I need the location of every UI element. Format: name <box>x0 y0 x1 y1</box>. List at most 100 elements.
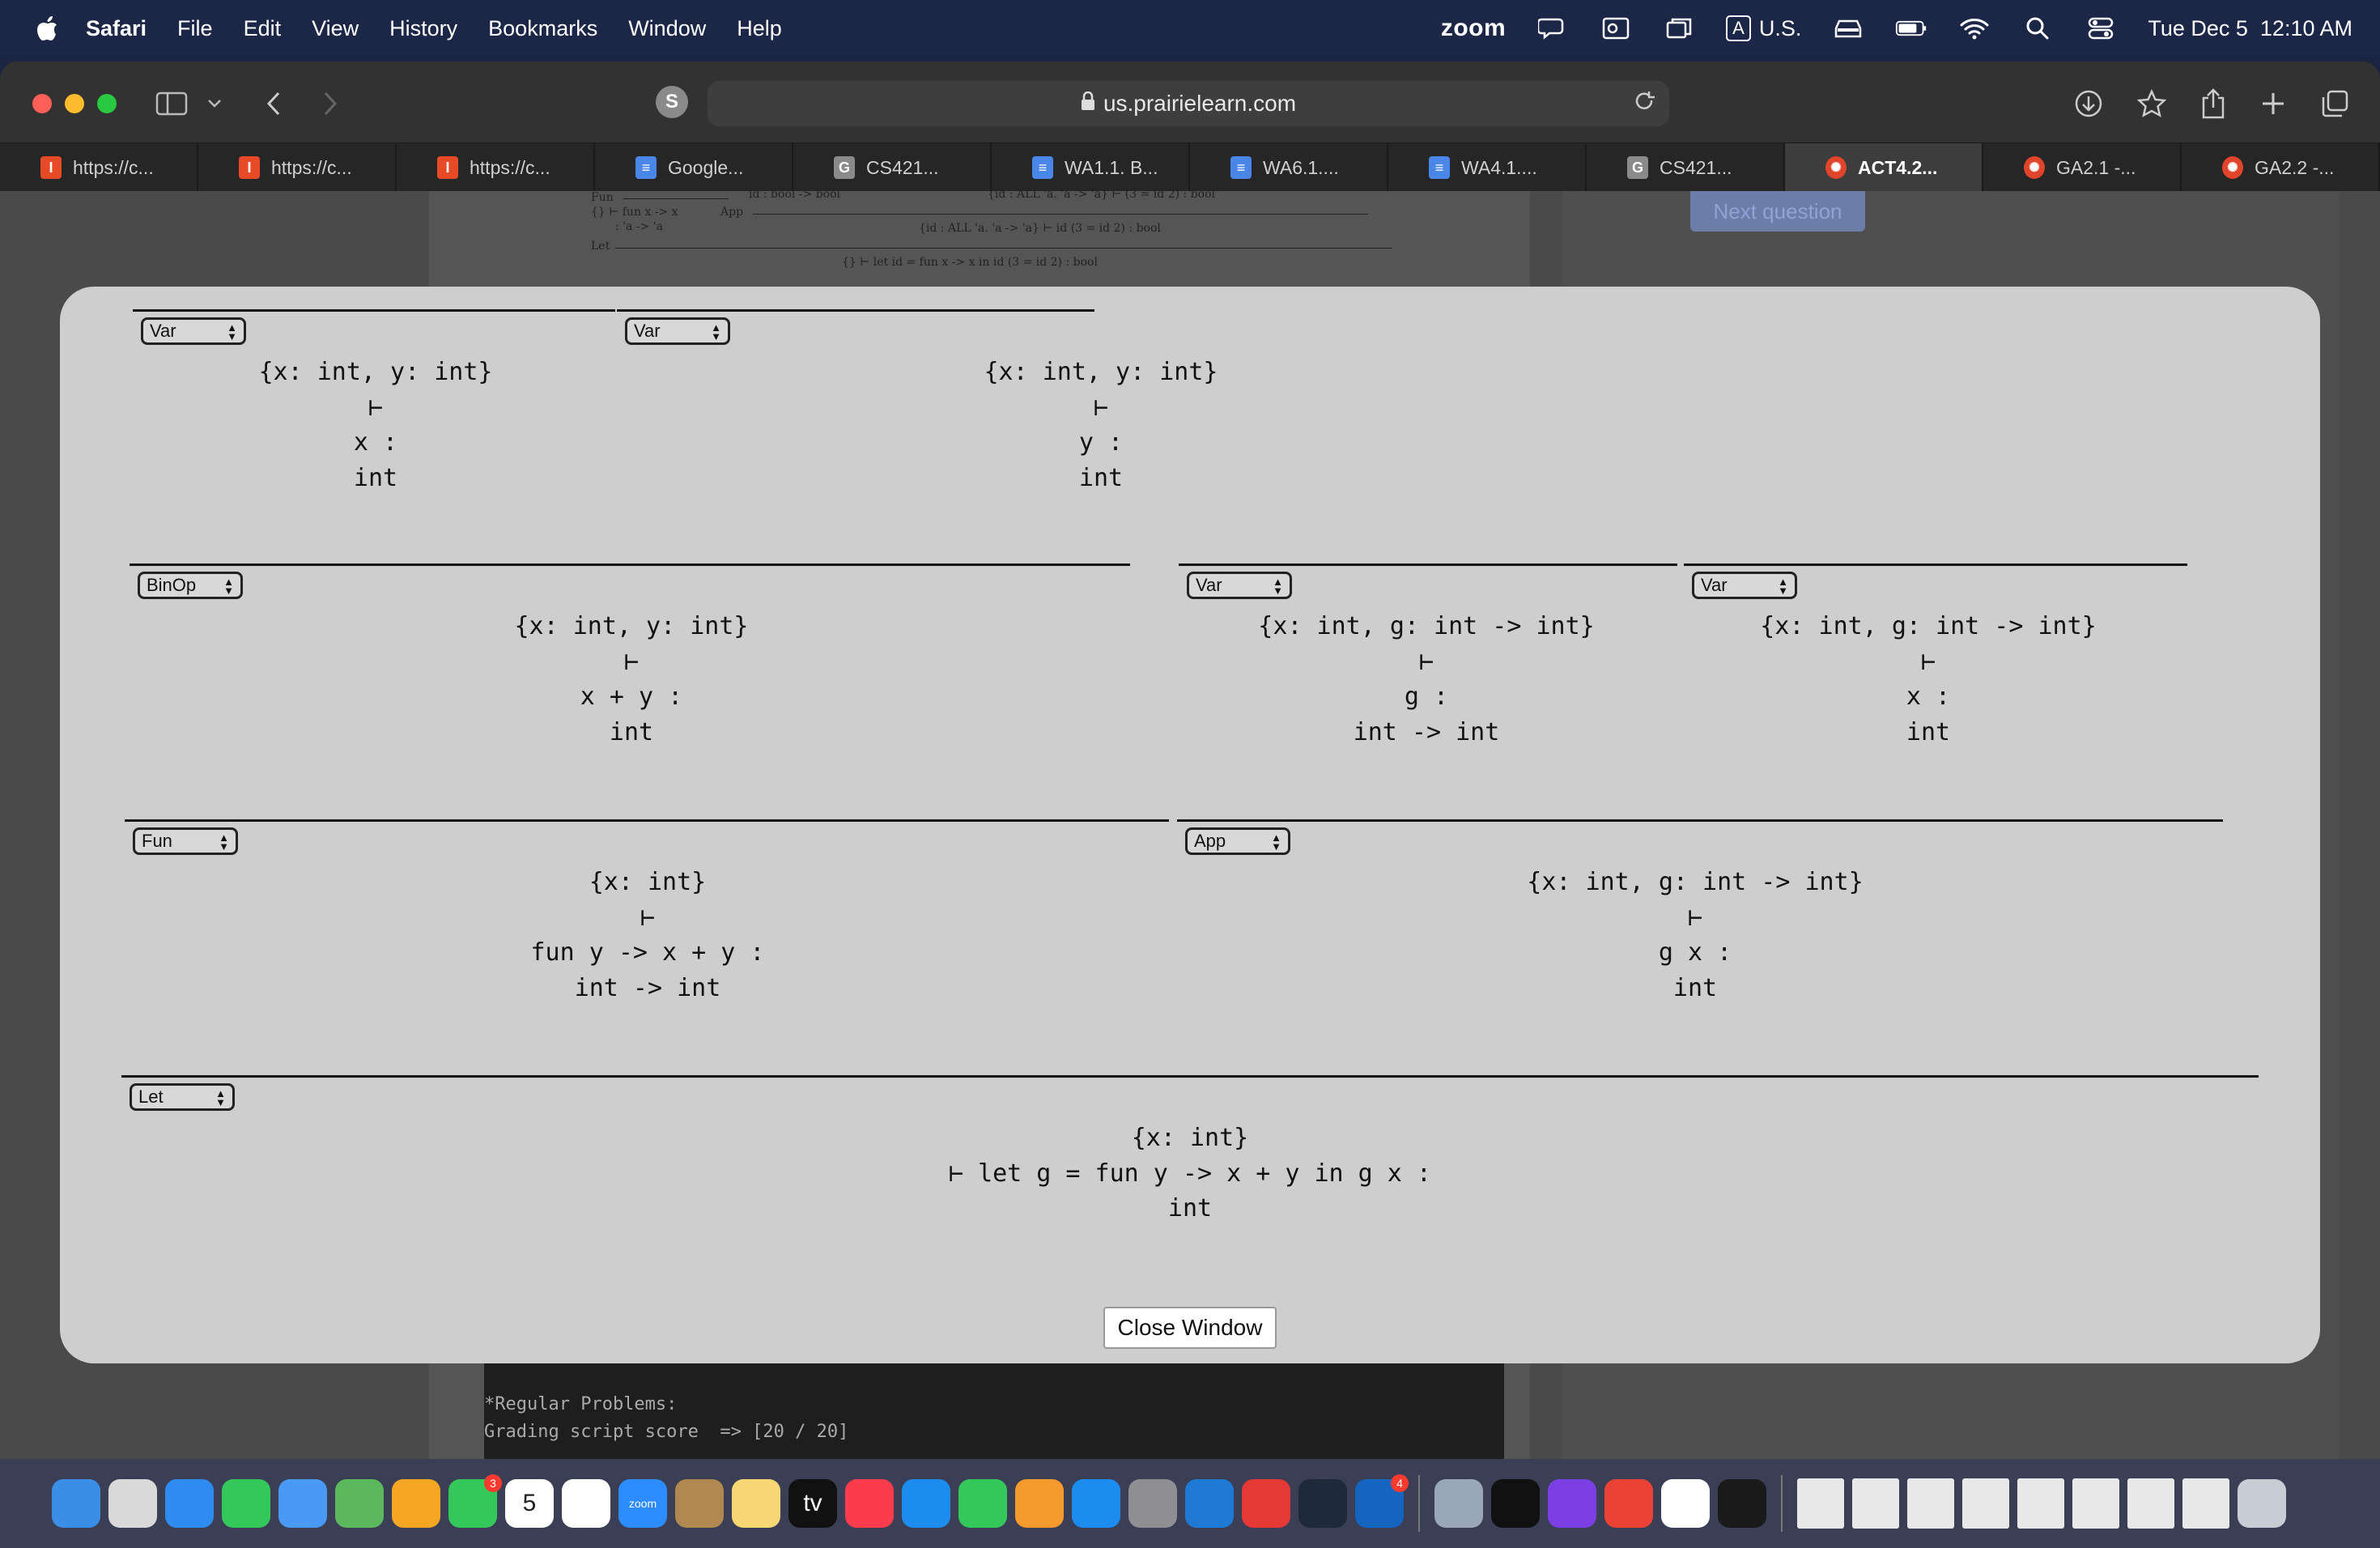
calendar-icon[interactable]: 5 <box>505 1479 554 1528</box>
bookmark-star-icon[interactable] <box>2134 86 2170 121</box>
menu-help[interactable]: Help <box>737 16 782 41</box>
browser-tab[interactable]: ≡ WA4.1.... <box>1388 143 1587 192</box>
rule-select[interactable]: Var ▲ ▼ <box>1187 572 1292 599</box>
zoom-icon[interactable]: zoom <box>618 1479 667 1528</box>
extension-icon[interactable]: S <box>656 86 688 118</box>
activity-monitor-icon[interactable] <box>1718 1479 1766 1528</box>
music-icon[interactable] <box>845 1479 894 1528</box>
recent-document-thumbnail[interactable] <box>2127 1478 2174 1529</box>
address-bar[interactable]: us.prairielearn.com <box>708 81 1669 126</box>
browser-tab[interactable]: ≡ WA6.1.... <box>1190 143 1388 192</box>
finder-icon[interactable] <box>52 1479 100 1528</box>
vscode-icon[interactable] <box>1185 1479 1234 1528</box>
outlook-menu-icon[interactable] <box>1600 15 1632 42</box>
rule-select[interactable]: Let ▲ ▼ <box>130 1083 235 1111</box>
screen-mirroring-icon[interactable] <box>1663 15 1695 42</box>
facetime-icon[interactable]: 3 <box>448 1474 502 1528</box>
intellij-icon[interactable] <box>1548 1479 1596 1528</box>
speech-icon[interactable] <box>1536 15 1569 42</box>
menu-window[interactable]: Window <box>628 16 706 41</box>
chevron-down-icon[interactable] <box>202 86 227 121</box>
recent-document-thumbnail[interactable] <box>1962 1478 2009 1529</box>
browser-tab[interactable]: Ihttps://c... <box>198 143 397 192</box>
browser-tab[interactable]: G CS421... <box>1587 143 1785 192</box>
menu-history[interactable]: History <box>389 16 457 41</box>
pages-icon[interactable] <box>1015 1479 1064 1528</box>
recent-document-thumbnail[interactable] <box>2182 1478 2229 1529</box>
keynote-icon[interactable] <box>902 1479 950 1528</box>
numbers-icon[interactable] <box>958 1479 1007 1528</box>
browser-tab[interactable]: ✺ GA2.2 -... <box>2182 143 2380 192</box>
gradescope-icon: G <box>1627 156 1648 179</box>
wifi-icon[interactable] <box>1958 15 1991 42</box>
outlook-icon[interactable]: 4 <box>1355 1474 1409 1528</box>
new-tab-icon[interactable] <box>2255 86 2291 121</box>
appstore-icon[interactable] <box>1072 1479 1120 1528</box>
sidebar-toggle-icon[interactable] <box>154 86 189 121</box>
battery-icon[interactable] <box>1895 15 1927 42</box>
input-source-indicator[interactable]: A U.S. <box>1726 15 1801 41</box>
system-settings-icon[interactable] <box>1128 1479 1177 1528</box>
browser-tab[interactable]: ≡ WA1.1. B... <box>992 143 1190 192</box>
rule-select[interactable]: Fun ▲ ▼ <box>133 827 238 855</box>
recent-document-thumbnail[interactable] <box>2072 1478 2119 1529</box>
recent-document-thumbnail[interactable] <box>1797 1478 1844 1529</box>
reload-icon[interactable] <box>1634 91 1656 121</box>
photos-icon[interactable] <box>392 1479 440 1528</box>
menu-view[interactable]: View <box>312 16 359 41</box>
recent-document-thumbnail[interactable] <box>1852 1478 1899 1529</box>
apple-icon[interactable] <box>32 14 62 43</box>
speeko-icon[interactable] <box>1242 1479 1290 1528</box>
tab-label: GA2.2 -... <box>2255 156 2335 178</box>
browser-tab[interactable]: Ihttps://c... <box>397 143 595 192</box>
proof-node: BinOp ▲ ▼ {x: int, y: int} ⊢ x + y : int <box>130 563 1130 806</box>
reminders-icon[interactable] <box>562 1479 610 1528</box>
browser-tab[interactable]: G CS421... <box>793 143 992 192</box>
appletv-icon[interactable]: tv <box>788 1479 837 1528</box>
browser-tab[interactable]: ✺ ACT4.2... <box>1785 143 1983 192</box>
browser-tab[interactable]: ✺ GA2.1 -... <box>1983 143 2182 192</box>
maps-icon[interactable] <box>335 1479 384 1528</box>
menu-edit[interactable]: Edit <box>244 16 282 41</box>
safari-icon[interactable] <box>165 1479 214 1528</box>
powershell-icon[interactable] <box>1298 1479 1347 1528</box>
recent-document-thumbnail[interactable] <box>2017 1478 2064 1529</box>
chrome-icon[interactable] <box>1604 1479 1653 1528</box>
minimize-window-icon[interactable] <box>65 94 84 113</box>
preview-icon[interactable] <box>1434 1479 1483 1528</box>
menu-file[interactable]: File <box>177 16 213 41</box>
spotlight-search-icon[interactable] <box>2021 15 2054 42</box>
close-window-button[interactable]: Close Window <box>1103 1307 1277 1349</box>
slack-icon[interactable] <box>1661 1479 1710 1528</box>
rule-select[interactable]: Var ▲ ▼ <box>141 317 246 345</box>
next-question-button[interactable]: Next question <box>1690 191 1865 232</box>
rule-select[interactable]: Var ▲ ▼ <box>1692 572 1797 599</box>
messages-icon[interactable] <box>222 1479 270 1528</box>
share-icon[interactable] <box>2195 86 2231 121</box>
contacts-icon[interactable] <box>675 1479 724 1528</box>
rule-select[interactable]: BinOp ▲ ▼ <box>138 572 243 599</box>
downloads-icon[interactable] <box>2071 86 2106 121</box>
menu-clock[interactable]: Tue Dec 5 12:10 AM <box>2148 16 2352 41</box>
back-icon[interactable] <box>256 86 291 121</box>
mail-icon[interactable] <box>278 1479 327 1528</box>
menu-bookmarks[interactable]: Bookmarks <box>488 16 597 41</box>
bg-proof-line: Fun <box>591 191 614 204</box>
forward-icon[interactable] <box>312 86 348 121</box>
launchpad-icon[interactable] <box>108 1479 157 1528</box>
recent-document-thumbnail[interactable] <box>1907 1478 1954 1529</box>
car-icon[interactable] <box>1832 15 1864 42</box>
trash-icon[interactable] <box>2238 1479 2286 1528</box>
terminal-icon[interactable] <box>1491 1479 1540 1528</box>
fullscreen-window-icon[interactable] <box>97 94 117 113</box>
control-center-icon[interactable] <box>2085 15 2117 42</box>
rule-select[interactable]: Var ▲ ▼ <box>625 317 730 345</box>
notes-icon[interactable] <box>732 1479 780 1528</box>
close-window-icon[interactable] <box>32 94 52 113</box>
rule-select[interactable]: App ▲ ▼ <box>1185 827 1290 855</box>
browser-tab[interactable]: ≡ Google... <box>595 143 793 192</box>
tab-overview-icon[interactable] <box>2317 86 2352 121</box>
menu-app-name[interactable]: Safari <box>86 16 147 41</box>
browser-tab[interactable]: Ihttps://c... <box>0 143 198 192</box>
zoom-status-item[interactable]: zoom <box>1441 15 1506 42</box>
